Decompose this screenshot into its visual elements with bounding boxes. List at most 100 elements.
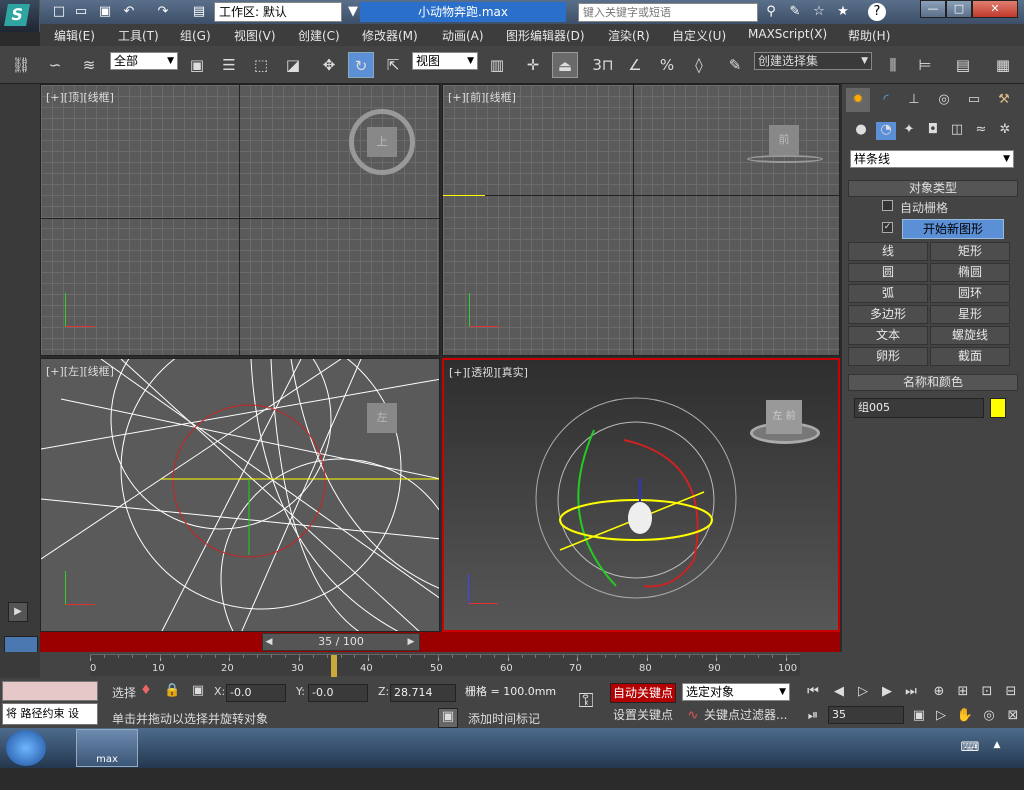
taskbar-3dsmax[interactable]: max xyxy=(76,729,138,767)
unlink-icon[interactable]: ∽ xyxy=(42,52,68,78)
menu-rendering[interactable]: 渲染(R) xyxy=(608,27,650,44)
track-bar[interactable]: 0 10 20 30 40 50 60 70 80 90 100 xyxy=(90,654,800,677)
lock-selection-icon[interactable]: 🔒 xyxy=(164,683,180,698)
current-time-marker[interactable] xyxy=(331,655,337,677)
named-selection-dropdown[interactable]: 创建选择集 xyxy=(754,52,872,70)
menu-animation[interactable]: 动画(A) xyxy=(442,27,484,44)
shape-helix-button[interactable]: 螺旋线 xyxy=(930,326,1010,345)
rotate-icon[interactable]: ↻ xyxy=(348,52,374,78)
shape-text-button[interactable]: 文本 xyxy=(848,326,928,345)
geometry-icon[interactable]: ● xyxy=(852,122,870,140)
menu-tools[interactable]: 工具(T) xyxy=(118,27,159,44)
auto-grid-checkbox[interactable] xyxy=(882,200,893,211)
shape-ellipse-button[interactable]: 椭圆 xyxy=(930,263,1010,282)
maximize-button[interactable]: □ xyxy=(946,0,972,18)
next-frame-icon[interactable]: ▶ xyxy=(404,634,418,650)
star-icon[interactable]: ☆ xyxy=(810,3,828,21)
wrench-icon[interactable]: ✎ xyxy=(786,3,804,21)
viewport-perspective[interactable]: [+][透视][真实] 左 前 xyxy=(442,358,840,632)
open-file-icon[interactable]: ▭ xyxy=(72,3,90,21)
workspace-dropdown[interactable]: 工作区: 默认 xyxy=(214,2,342,22)
manipulate-icon[interactable]: ✛ xyxy=(520,52,546,78)
viewcube[interactable]: 左 xyxy=(367,403,397,433)
zoom-icon[interactable]: ⊕ xyxy=(930,684,948,699)
select-object-icon[interactable]: ▣ xyxy=(184,52,210,78)
bind-space-warp-icon[interactable]: ≋ xyxy=(76,52,102,78)
align-icon[interactable]: ⊨ xyxy=(912,52,938,78)
search-input[interactable]: 键入关键字或短语 xyxy=(578,3,758,22)
motion-tab-icon[interactable]: ◎ xyxy=(932,88,956,112)
cameras-icon[interactable]: ◘ xyxy=(924,122,942,140)
viewport-left[interactable]: [+][左][线框] 左 xyxy=(40,358,440,632)
transform-mode-icon[interactable]: ▣ xyxy=(190,683,206,698)
display-tab-icon[interactable]: ▭ xyxy=(962,88,986,112)
select-by-name-icon[interactable]: ☰ xyxy=(216,52,242,78)
key-filters-button[interactable]: 关键点过滤器... xyxy=(704,706,792,726)
shape-arc-button[interactable]: 弧 xyxy=(848,284,928,303)
keyboard-icon[interactable]: ⌨ xyxy=(960,740,980,755)
redo-icon[interactable]: ↷ xyxy=(154,3,172,21)
viewcube[interactable]: 上 xyxy=(367,127,397,157)
key-mode-dropdown[interactable]: 选定对象 xyxy=(682,683,790,701)
move-icon[interactable]: ✥ xyxy=(316,52,342,78)
shape-line-button[interactable]: 线 xyxy=(848,242,928,261)
track-bar-menu-icon[interactable] xyxy=(0,652,40,678)
utilities-tab-icon[interactable]: ⚒ xyxy=(992,88,1016,112)
shape-rectangle-button[interactable]: 矩形 xyxy=(930,242,1010,261)
add-time-tag-label[interactable]: 添加时间标记 xyxy=(468,710,540,727)
undo-icon[interactable]: ↶ xyxy=(120,3,138,21)
object-type-rollout[interactable]: 对象类型 xyxy=(848,180,1018,197)
z-coordinate-field[interactable]: 28.714 xyxy=(390,684,456,702)
maximize-viewport-icon[interactable]: ⊠ xyxy=(1004,708,1022,723)
play-icon[interactable]: ▷ xyxy=(854,684,872,699)
next-key-icon[interactable]: ▶ xyxy=(878,684,896,699)
go-to-end-icon[interactable]: ⏭ xyxy=(902,684,920,699)
auto-key-button[interactable]: 自动关键点 xyxy=(610,683,676,703)
menu-help[interactable]: 帮助(H) xyxy=(848,27,890,44)
shape-section-button[interactable]: 截面 xyxy=(930,347,1010,366)
rect-selection-icon[interactable]: ⬚ xyxy=(248,52,274,78)
mirror-icon[interactable]: ⫼ xyxy=(880,52,906,78)
y-coordinate-field[interactable]: -0.0 xyxy=(308,684,368,702)
menu-view[interactable]: 视图(V) xyxy=(234,27,276,44)
prev-key-icon[interactable]: ◀ xyxy=(830,684,848,699)
menu-graph-editors[interactable]: 图形编辑器(D) xyxy=(506,27,585,44)
keyboard-shortcut-icon[interactable]: ⏏ xyxy=(552,52,578,78)
spinner-snap-icon[interactable]: ◊ xyxy=(686,52,712,78)
new-file-icon[interactable]: □ xyxy=(50,3,68,21)
shape-egg-button[interactable]: 卵形 xyxy=(848,347,928,366)
space-warps-icon[interactable]: ≈ xyxy=(972,122,990,140)
viewcube-ring[interactable] xyxy=(747,155,823,163)
zoom-extents-all-icon[interactable]: ⊟ xyxy=(1002,684,1020,699)
viewport-top-label[interactable]: [+][顶][线框] xyxy=(46,89,114,105)
prev-frame-icon[interactable]: ◀ xyxy=(262,634,276,650)
object-color-swatch[interactable] xyxy=(990,398,1006,418)
x-coordinate-field[interactable]: -0.0 xyxy=(226,684,286,702)
zoom-region-icon[interactable]: ▷ xyxy=(932,708,950,723)
shape-circle-button[interactable]: 圆 xyxy=(848,263,928,282)
set-key-button[interactable]: 设置关键点 xyxy=(610,706,676,726)
menu-maxscript[interactable]: MAXScript(X) xyxy=(748,27,827,41)
render-setup-icon[interactable]: ▦ xyxy=(990,52,1016,78)
maxscript-output[interactable]: 将 路径约束 设 xyxy=(2,703,98,725)
shape-donut-button[interactable]: 圆环 xyxy=(930,284,1010,303)
menu-edit[interactable]: 编辑(E) xyxy=(54,27,95,44)
go-to-start-icon[interactable]: ⏮ xyxy=(804,684,822,699)
hierarchy-tab-icon[interactable]: ⊥ xyxy=(902,88,926,112)
close-button[interactable]: ✕ xyxy=(972,0,1018,18)
edit-named-selection-icon[interactable]: ✎ xyxy=(722,52,748,78)
key-mode-toggle-icon[interactable]: ⏯ xyxy=(804,708,822,723)
pan-icon[interactable]: ✋ xyxy=(956,708,974,723)
zoom-all-icon[interactable]: ⊞ xyxy=(954,684,972,699)
angle-snap-icon[interactable]: ∠ xyxy=(622,52,648,78)
viewcube[interactable]: 左 前 xyxy=(766,400,802,434)
scale-icon[interactable]: ⇱ xyxy=(380,52,406,78)
layer-manager-icon[interactable]: ▤ xyxy=(950,52,976,78)
link-icon[interactable]: ⛓ xyxy=(8,52,34,78)
object-name-field[interactable]: 组005 xyxy=(854,398,984,418)
zoom-extents-icon[interactable]: ⊡ xyxy=(978,684,996,699)
start-new-shape-checkbox[interactable]: ✓ xyxy=(882,222,893,233)
helpers-icon[interactable]: ◫ xyxy=(948,122,966,140)
save-icon[interactable]: ▣ xyxy=(96,3,114,21)
set-key-icon[interactable]: ⚿ xyxy=(568,688,604,718)
